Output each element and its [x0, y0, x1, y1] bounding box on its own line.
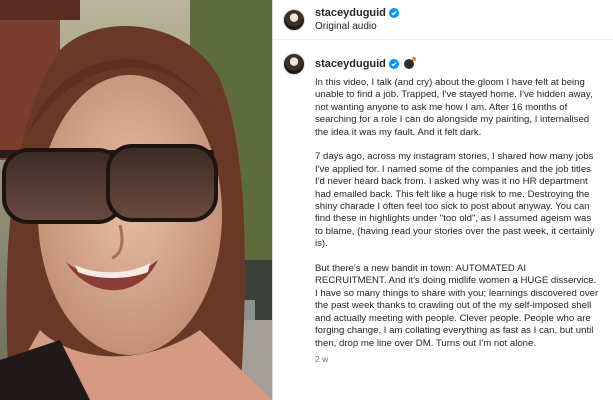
caption-username-link[interactable]: staceyduguid — [315, 58, 386, 70]
original-audio-link[interactable]: Original audio — [315, 20, 399, 33]
caption-column: staceyduguid In this video, I talk (and … — [315, 53, 599, 364]
caption-text: In this video, I talk (and cry) about th… — [315, 77, 599, 350]
header-text: staceyduguid Original audio — [315, 7, 399, 33]
post-panel: staceyduguid Original audio staceyduguid — [272, 0, 613, 400]
caption-paragraph: I have so many things to share with you;… — [315, 287, 599, 349]
caption-paragraph: But there's a new bandit in town: AUTOMA… — [315, 263, 597, 287]
bomb-icon — [403, 57, 416, 69]
verified-badge-icon — [388, 59, 399, 69]
post-timestamp[interactable]: 2 w — [315, 354, 599, 364]
video-still-image — [0, 0, 272, 400]
caption-paragraph: 7 days ago, across my instagram stories,… — [315, 151, 595, 250]
avatar[interactable] — [283, 8, 305, 31]
video-frame[interactable] — [0, 0, 272, 400]
header-user-line: staceyduguid — [315, 7, 399, 20]
caption-block: staceyduguid In this video, I talk (and … — [273, 40, 613, 364]
username-link[interactable]: staceyduguid — [315, 7, 386, 20]
caption-avatar[interactable] — [283, 53, 305, 75]
post-header: staceyduguid Original audio — [273, 0, 613, 40]
caption-user-line: staceyduguid — [315, 53, 599, 75]
caption-paragraph: In this video, I talk (and cry) about th… — [315, 77, 593, 138]
verified-badge-icon — [388, 8, 399, 18]
